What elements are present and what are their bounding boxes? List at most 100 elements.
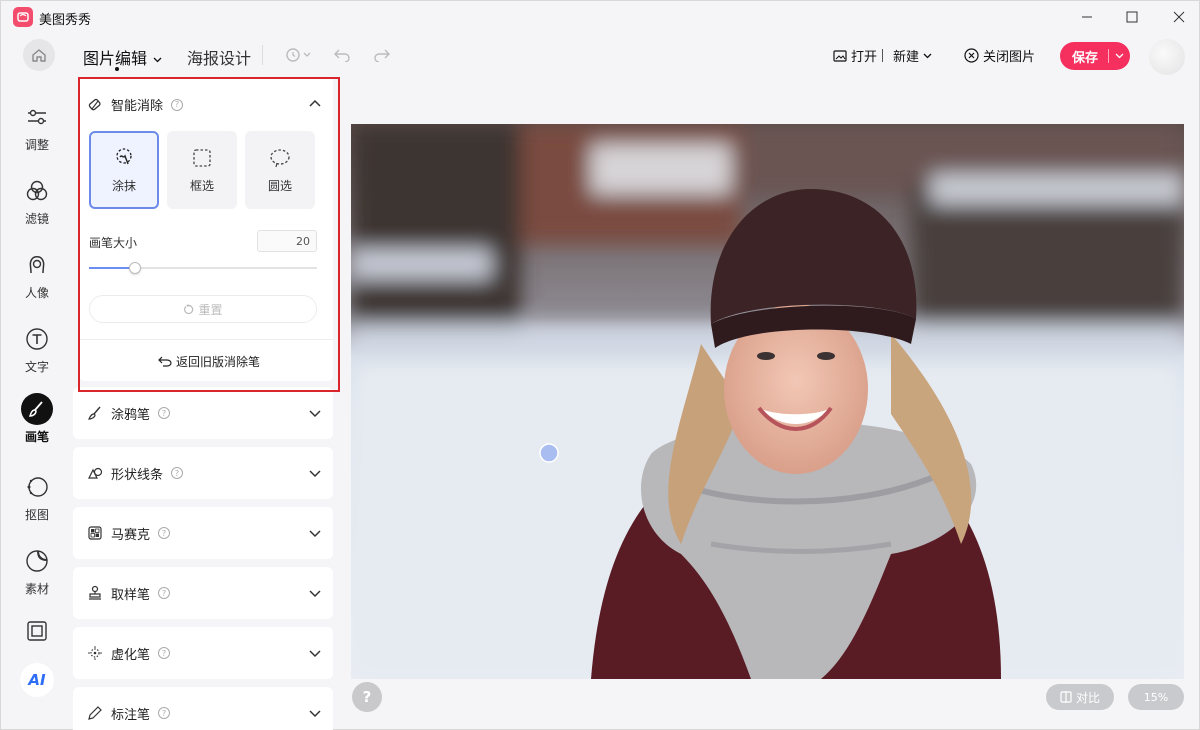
help-button[interactable]: ? [352,682,382,712]
tab-image-edit-label: 图片编辑 [83,49,148,68]
chevron-down-icon [309,530,321,538]
close-window-button[interactable] [1161,5,1197,29]
rail-label: 人像 [24,286,49,300]
smart-erase-header[interactable]: 智能消除 ? [87,95,184,114]
brush-size-slider-handle[interactable] [128,262,141,274]
tab-poster-design[interactable]: 海报设计 [187,45,251,69]
legacy-eraser-label: 返回旧版消除笔 [175,355,260,369]
help-icon[interactable]: ? [158,587,171,599]
help-icon[interactable]: ? [171,98,184,111]
rail-item-portrait[interactable]: 人像 [13,249,61,301]
return-icon [158,356,172,367]
chevron-down-icon [923,53,932,58]
save-options-button[interactable] [1109,53,1129,59]
tool-label: 马赛克 [111,527,151,543]
close-image-button[interactable]: 关闭图片 [964,46,1035,65]
tool-card-marker[interactable]: 标注笔 ? [73,687,333,730]
title-bar: 美图秀秀 [1,1,1200,33]
rail-item-cutout[interactable]: 抠图 [13,471,61,523]
chevron-down-icon [309,590,321,598]
rail-item-adjust[interactable]: 调整 [13,101,61,153]
chevron-up-icon[interactable] [309,99,321,107]
brush-icon [21,393,53,425]
mode-label: 涂抹 [111,178,136,193]
new-label: 新建 [893,50,920,65]
tool-panel: 智能消除 ? 涂抹 框选 圆选 画笔大小 20 重置 返回旧版消除笔 涂鸦笔 ?… [73,77,333,730]
user-avatar[interactable] [1149,39,1185,75]
rail-item-brush[interactable]: 画笔 [13,393,61,445]
tab-image-edit[interactable]: 图片编辑 [83,45,162,69]
reset-label: 重置 [198,302,223,317]
new-button[interactable]: 新建 [893,46,932,65]
close-image-label: 关闭图片 [983,50,1036,65]
rail-item-filter[interactable]: 滤镜 [13,175,61,227]
open-label: 打开 [851,50,878,65]
reset-icon [184,303,194,314]
compare-button[interactable]: 对比 [1046,684,1114,710]
minimize-button[interactable] [1069,5,1105,29]
app-window: 美图秀秀 图片编辑 海报设计 打开 新建 关闭图片 保存 调整 滤镜 人像 文字… [0,0,1200,730]
smear-icon [116,147,132,164]
help-icon[interactable]: ? [158,707,171,719]
rail-label: 调整 [24,138,49,152]
tool-card-blur[interactable]: 虚化笔 ? [73,627,333,679]
mode-box-select-button[interactable]: 框选 [167,131,237,209]
tool-card-mosaic[interactable]: 马赛克 ? [73,507,333,559]
zoom-level[interactable]: 15% [1128,684,1184,710]
mosaic-icon [88,526,102,540]
rail-item-sticker[interactable]: 素材 [13,545,61,597]
tool-label: 涂鸦笔 [111,407,151,423]
sliders-icon [21,101,53,133]
blur-icon [88,646,102,660]
cutout-icon [21,471,53,503]
sticker-icon [21,545,53,577]
tool-card-clone-stamp[interactable]: 取样笔 ? [73,567,333,619]
open-image-icon [833,49,847,62]
pen-icon [88,706,102,720]
smart-erase-icon [88,98,101,110]
ai-button[interactable]: AI [20,663,54,697]
save-button[interactable]: 保存 [1060,42,1130,70]
app-logo-icon [13,7,33,27]
brush-size-label: 画笔大小 [89,236,138,250]
text-t-icon [21,323,53,355]
redo-button[interactable] [371,45,393,65]
home-button[interactable] [23,39,55,71]
portrait-icon [21,249,53,281]
history-button[interactable] [281,45,315,65]
help-icon[interactable]: ? [171,467,184,479]
redo-icon [374,49,390,62]
brush-size-input[interactable]: 20 [257,230,317,252]
tool-card-shapes[interactable]: 形状线条 ? [73,447,333,499]
open-button[interactable]: 打开 [833,46,877,65]
home-icon [32,49,46,62]
reset-button[interactable]: 重置 [89,295,317,323]
tool-label: 标注笔 [111,707,151,723]
lasso-select-icon [270,148,290,167]
legacy-eraser-button[interactable]: 返回旧版消除笔 [79,353,333,370]
tool-card-doodle[interactable]: 涂鸦笔 ? [73,387,333,439]
mode-smear-button[interactable]: 涂抹 [89,131,159,209]
image-canvas[interactable] [351,124,1184,679]
tool-label: 形状线条 [111,467,164,483]
undo-icon [334,49,350,62]
maximize-button[interactable] [1114,5,1150,29]
chevron-down-icon [309,710,321,718]
rail-item-text[interactable]: 文字 [13,323,61,375]
rail-label: 抠图 [24,508,49,522]
history-icon [286,48,311,62]
compare-label: 对比 [1075,690,1100,705]
rail-item-frame[interactable] [13,615,61,647]
filter-circles-icon [21,175,53,207]
mode-lasso-select-button[interactable]: 圆选 [245,131,315,209]
mode-label: 圆选 [267,178,292,193]
help-icon[interactable]: ? [158,647,171,659]
frame-icon [21,615,53,647]
chevron-down-icon [153,57,162,62]
help-icon[interactable]: ? [158,407,171,419]
save-label: 保存 [1072,50,1099,66]
stamp-icon [89,585,101,600]
compare-icon [1060,691,1072,703]
help-icon[interactable]: ? [158,527,171,539]
undo-button[interactable] [331,45,353,65]
